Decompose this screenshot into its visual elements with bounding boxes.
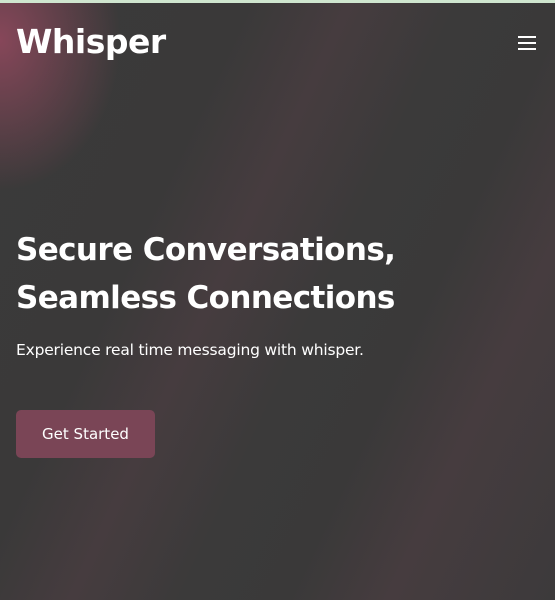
hero-title-line-1: Secure Conversations, (16, 232, 396, 268)
hero-title-line-2: Seamless Connections (16, 280, 395, 316)
hamburger-menu-icon-line (518, 48, 536, 50)
get-started-button[interactable]: Get Started (16, 410, 155, 458)
landing-page: Whisper Secure Conversations, Seamless C… (0, 0, 555, 600)
hamburger-menu-icon-line (518, 42, 536, 44)
hero-subtitle: Experience real time messaging with whis… (16, 341, 364, 359)
menu-button[interactable] (516, 34, 540, 52)
top-strip (0, 0, 555, 3)
brand-logo[interactable]: Whisper (16, 22, 166, 62)
hero-title: Secure Conversations, Seamless Connectio… (16, 226, 396, 322)
hamburger-menu-icon (518, 36, 536, 38)
